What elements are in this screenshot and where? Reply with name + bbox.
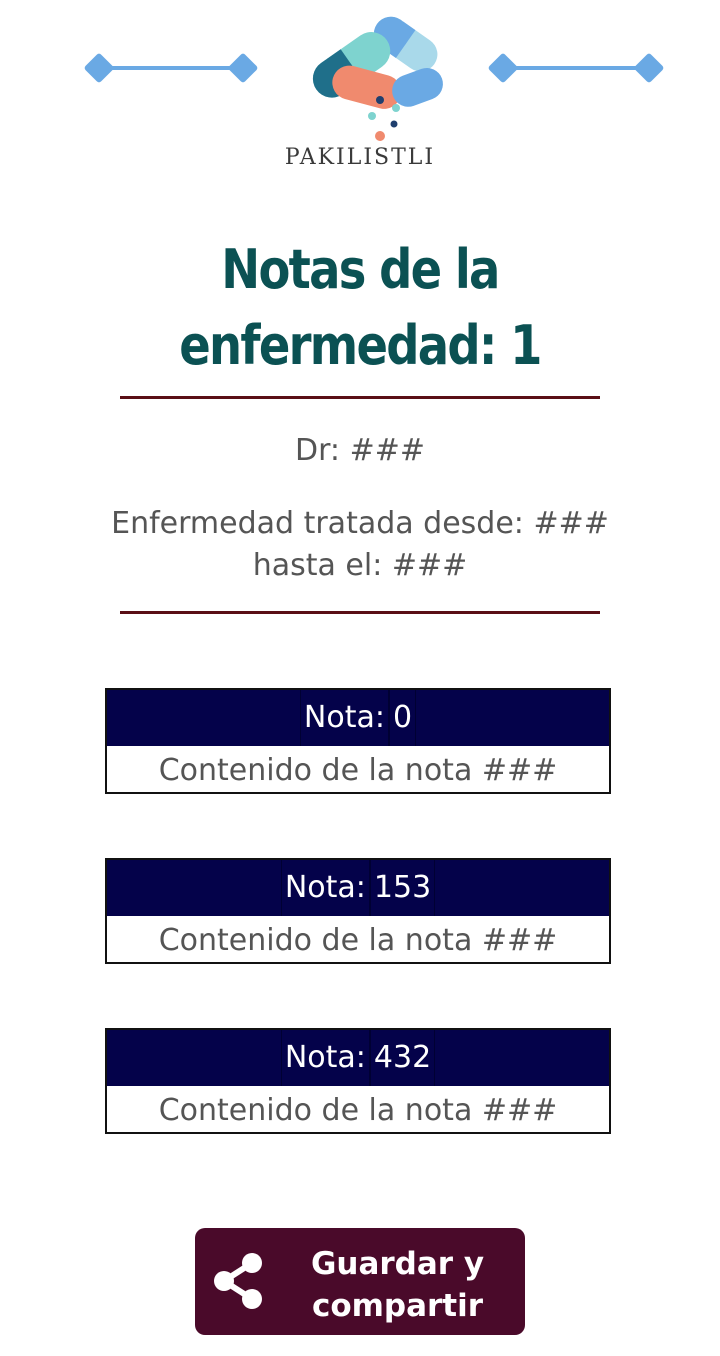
note-card[interactable]: Nota: 0 Contenido de la nota ###	[105, 688, 611, 794]
note-label: Nota:	[280, 860, 370, 916]
right-decoration-diamond-outer	[633, 52, 665, 84]
note-number: 0	[388, 690, 417, 746]
note-header: Nota: 0	[107, 690, 609, 746]
treatment-start-label: Enfermedad tratada desde: ###	[111, 506, 609, 541]
pills-logo-icon	[312, 16, 443, 141]
note-card[interactable]: Nota: 153 Contenido de la nota ###	[105, 858, 611, 964]
left-decoration-diamond-outer	[83, 52, 115, 84]
logo-header: PAKILISTLI	[0, 0, 720, 185]
right-decoration-diamond-inner	[487, 52, 519, 84]
divider-top	[120, 396, 600, 399]
treatment-dates: Enfermedad tratada desde: ### hasta el: …	[60, 503, 660, 587]
note-content: Contenido de la nota ###	[158, 1093, 558, 1128]
note-content: Contenido de la nota ###	[158, 753, 558, 788]
save-and-share-label: Guardar y compartir	[290, 1243, 505, 1327]
save-and-share-label-line1: Guardar y	[310, 1246, 485, 1282]
right-decoration-line	[500, 66, 650, 70]
share-icon	[214, 1253, 262, 1309]
left-decoration-diamond-inner	[227, 52, 259, 84]
note-content: Contenido de la nota ###	[158, 923, 558, 958]
note-number: 432	[369, 1030, 436, 1086]
page-title: Notas de la enfermedad: 1	[179, 238, 542, 377]
note-label: Nota:	[280, 1030, 370, 1086]
note-header: Nota: 153	[107, 860, 609, 916]
save-and-share-label-line2: compartir	[311, 1288, 484, 1324]
note-card[interactable]: Nota: 432 Contenido de la nota ###	[105, 1028, 611, 1134]
divider-bottom	[120, 611, 600, 614]
note-number: 153	[369, 860, 436, 916]
treatment-end-label: hasta el: ###	[252, 548, 468, 583]
left-decoration-line	[100, 66, 245, 70]
doctor-label: Dr: ###	[295, 433, 425, 468]
note-header: Nota: 432	[107, 1030, 609, 1086]
note-label: Nota:	[299, 690, 389, 746]
logo-text: PAKILISTLI	[284, 145, 436, 170]
